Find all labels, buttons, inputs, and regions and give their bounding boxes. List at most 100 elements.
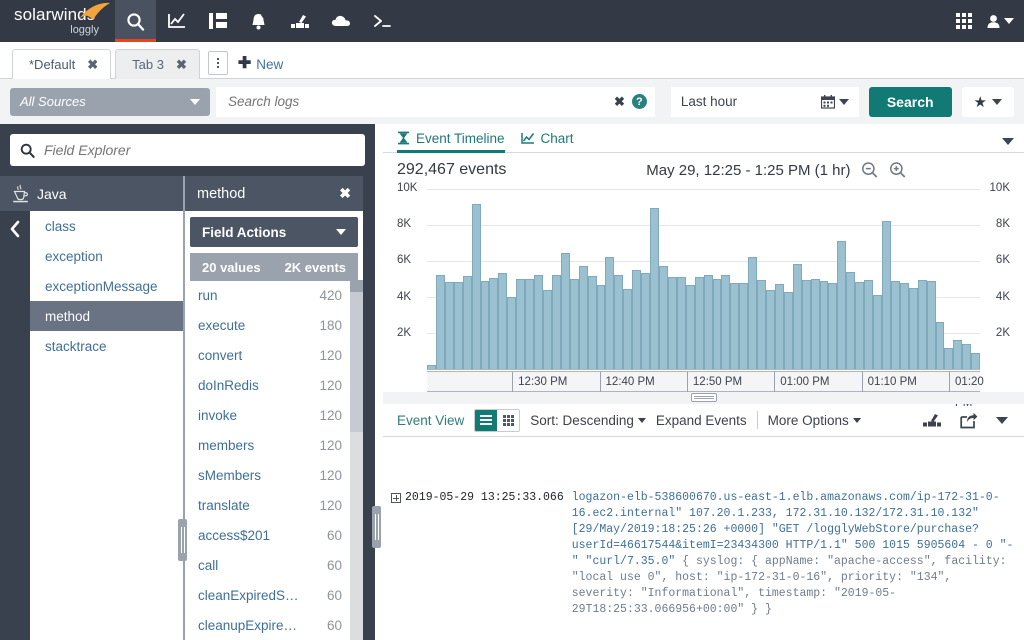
list-item[interactable]: 2019-05-29 13:25:33.066 logazon-elb-5386… bbox=[389, 490, 1014, 618]
field-value-row[interactable]: convert120 bbox=[190, 340, 350, 370]
field-explorer-search-box[interactable] bbox=[10, 134, 365, 166]
y-axis-tick-label: 10K bbox=[990, 182, 1010, 194]
tab-options-icon[interactable] bbox=[208, 51, 228, 75]
chart-bar bbox=[891, 281, 900, 369]
chart-bar bbox=[846, 272, 855, 369]
sidebar-item-method[interactable]: method bbox=[30, 301, 183, 331]
chart-line-icon bbox=[167, 12, 187, 30]
field-value-row[interactable]: call60 bbox=[190, 550, 350, 580]
field-value-row[interactable]: sMembers120 bbox=[190, 460, 350, 490]
tab-default[interactable]: *Default ✖ bbox=[12, 49, 111, 79]
close-icon[interactable]: ✖ bbox=[339, 185, 351, 202]
search-logs-box[interactable]: ✖ ? bbox=[216, 87, 655, 117]
log-message: logazon-elb-538600670.us-east-1.elb.amaz… bbox=[572, 490, 1014, 618]
search-button[interactable]: Search bbox=[869, 87, 952, 117]
nav-right-group bbox=[956, 0, 1024, 42]
grid-apps-icon[interactable] bbox=[956, 13, 972, 29]
field-value-name: access$201 bbox=[198, 528, 270, 543]
share-icon[interactable] bbox=[960, 412, 978, 429]
y-axis-tick-label: 2K bbox=[397, 327, 411, 339]
nav-terminal-icon[interactable] bbox=[361, 0, 402, 42]
chevron-down-icon bbox=[992, 99, 1002, 105]
field-explorer-input[interactable] bbox=[44, 142, 355, 158]
chart-bar bbox=[650, 208, 659, 369]
chart-plot-area[interactable] bbox=[427, 189, 980, 370]
brand-logo[interactable]: solarwinds loggly bbox=[0, 0, 115, 42]
expand-events-button[interactable]: Expand Events bbox=[656, 413, 747, 428]
sidebar-item-exceptionmessage[interactable]: exceptionMessage bbox=[30, 271, 183, 301]
splitter-handle[interactable] bbox=[691, 393, 717, 402]
field-value-row[interactable]: run420 bbox=[190, 280, 350, 310]
event-timeline-chart[interactable]: 2K4K6K8K10K 2K4K6K8K10K 12:30 PM12:40 PM… bbox=[395, 187, 1012, 392]
zoom-out-icon[interactable] bbox=[861, 161, 879, 179]
y-axis-tick-label: 4K bbox=[397, 291, 411, 303]
clear-search-icon[interactable]: ✖ bbox=[614, 94, 625, 110]
time-range-selector[interactable]: Last hour bbox=[671, 87, 859, 117]
nav-cloud-icon[interactable] bbox=[320, 0, 361, 42]
saved-searches-button[interactable]: ★ bbox=[962, 87, 1014, 117]
field-value-count: 120 bbox=[319, 438, 342, 453]
nav-dashboards-icon[interactable] bbox=[197, 0, 238, 42]
nav-search-icon[interactable] bbox=[115, 0, 156, 42]
tab-tab3[interactable]: Tab 3 ✖ bbox=[115, 49, 200, 79]
field-values-scrollbar[interactable] bbox=[350, 280, 363, 640]
main-panel-resize-handle[interactable] bbox=[372, 506, 381, 548]
chevron-down-icon bbox=[638, 418, 646, 423]
close-icon[interactable]: ✖ bbox=[176, 58, 187, 71]
tools-icon[interactable] bbox=[922, 412, 942, 428]
nav-tools-icon[interactable] bbox=[279, 0, 320, 42]
list-view-icon[interactable] bbox=[475, 410, 497, 431]
event-options-caret-icon[interactable] bbox=[996, 417, 1008, 424]
field-label: method bbox=[45, 309, 90, 324]
field-value-row[interactable]: members120 bbox=[190, 430, 350, 460]
field-value-row[interactable]: invoke120 bbox=[190, 400, 350, 430]
tab-event-timeline[interactable]: Event Timeline bbox=[397, 131, 505, 152]
field-actions-dropdown[interactable]: Field Actions bbox=[190, 217, 358, 247]
log-event-list[interactable]: 2019-05-29 13:25:33.066 logazon-elb-5386… bbox=[383, 482, 1024, 640]
field-value-row[interactable]: doInRedis120 bbox=[190, 370, 350, 400]
nav-charts-icon[interactable] bbox=[156, 0, 197, 42]
horizontal-splitter[interactable] bbox=[383, 392, 1024, 404]
left-panel-resize-handle[interactable] bbox=[178, 519, 187, 561]
sort-dropdown[interactable]: Sort: Descending bbox=[530, 413, 646, 428]
chevron-down-icon bbox=[1004, 18, 1014, 24]
new-tab-button[interactable]: ✚ New bbox=[238, 56, 283, 72]
hourglass-icon bbox=[397, 131, 410, 145]
nav-alerts-icon[interactable] bbox=[238, 0, 279, 42]
chart-bar bbox=[837, 241, 846, 369]
sidebar-item-class[interactable]: class bbox=[30, 211, 183, 241]
field-value-row[interactable]: translate120 bbox=[190, 490, 350, 520]
field-value-name: sMembers bbox=[198, 468, 261, 483]
collapse-panel-button[interactable] bbox=[0, 211, 30, 247]
zoom-in-icon[interactable] bbox=[889, 161, 907, 179]
chart-options-caret-icon[interactable] bbox=[1002, 138, 1014, 145]
source-selector[interactable]: All Sources bbox=[10, 88, 210, 116]
user-avatar-icon[interactable] bbox=[986, 14, 1014, 29]
search-input[interactable] bbox=[228, 94, 614, 109]
expand-plus-icon[interactable] bbox=[391, 493, 401, 503]
grid-view-icon[interactable] bbox=[497, 410, 519, 431]
field-value-row[interactable]: cleanExpiredS…60 bbox=[190, 580, 350, 610]
chart-bar bbox=[579, 266, 588, 369]
chart-bar bbox=[623, 289, 632, 369]
field-value-row[interactable]: execute180 bbox=[190, 310, 350, 340]
field-value-row[interactable]: access$20160 bbox=[190, 520, 350, 550]
tab-label: *Default bbox=[29, 57, 75, 72]
help-icon[interactable]: ? bbox=[632, 94, 647, 109]
sidebar-item-exception[interactable]: exception bbox=[30, 241, 183, 271]
field-group-java[interactable]: Java bbox=[0, 176, 183, 211]
more-options-dropdown[interactable]: More Options bbox=[768, 413, 861, 428]
sidebar-item-stacktrace[interactable]: stacktrace bbox=[30, 331, 183, 361]
field-value-name: execute bbox=[198, 318, 245, 333]
field-value-row[interactable]: cleanupExpire…60 bbox=[190, 610, 350, 640]
view-mode-toggle[interactable] bbox=[474, 409, 520, 432]
sort-label: Sort: Descending bbox=[530, 413, 634, 428]
chart-bar bbox=[534, 275, 543, 370]
x-axis: 12:30 PM12:40 PM12:50 PM01:00 PM01:10 PM… bbox=[427, 371, 980, 392]
search-toolbar: All Sources ✖ ? Last hour bbox=[0, 79, 1024, 124]
scrollbar-thumb[interactable] bbox=[350, 280, 363, 432]
tab-label: Event Timeline bbox=[416, 131, 505, 146]
events-count: 2K events bbox=[285, 260, 346, 275]
close-icon[interactable]: ✖ bbox=[87, 58, 98, 71]
tab-chart[interactable]: Chart bbox=[521, 131, 574, 152]
